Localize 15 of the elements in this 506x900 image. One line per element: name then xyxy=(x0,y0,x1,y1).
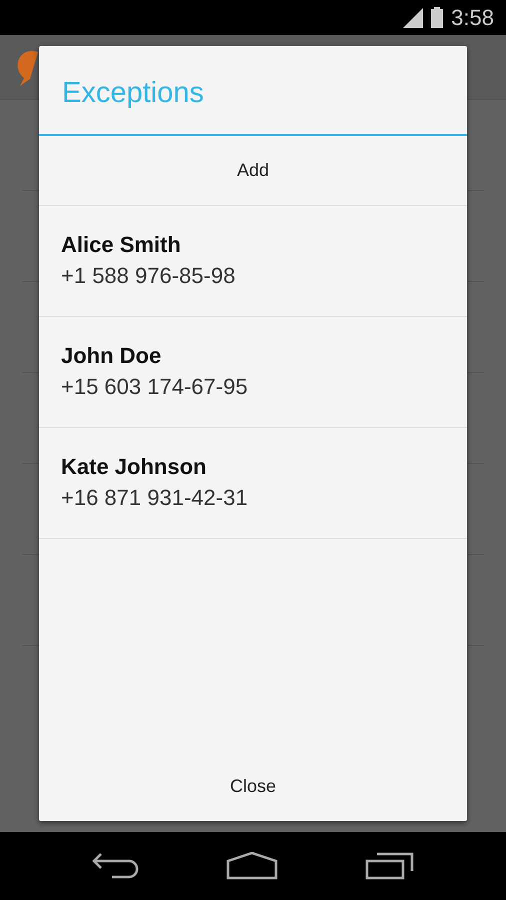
signal-icon xyxy=(403,8,424,28)
dialog-title: Exceptions xyxy=(39,46,467,136)
recent-apps-icon[interactable] xyxy=(364,852,415,880)
battery-icon xyxy=(431,7,444,28)
contact-phone: +1 588 976-85-98 xyxy=(61,262,236,290)
contact-name: Kate Johnson xyxy=(61,453,208,481)
contact-name: John Doe xyxy=(61,342,162,370)
add-button[interactable]: Add xyxy=(39,136,467,205)
contact-name: Alice Smith xyxy=(61,231,182,259)
back-icon[interactable] xyxy=(91,852,140,880)
close-button[interactable]: Close xyxy=(39,752,467,821)
home-icon[interactable] xyxy=(226,852,278,880)
clock: 3:58 xyxy=(451,4,494,32)
contact-phone: +16 871 931-42-31 xyxy=(61,484,249,512)
contact-phone: +15 603 174-67-95 xyxy=(61,373,249,401)
